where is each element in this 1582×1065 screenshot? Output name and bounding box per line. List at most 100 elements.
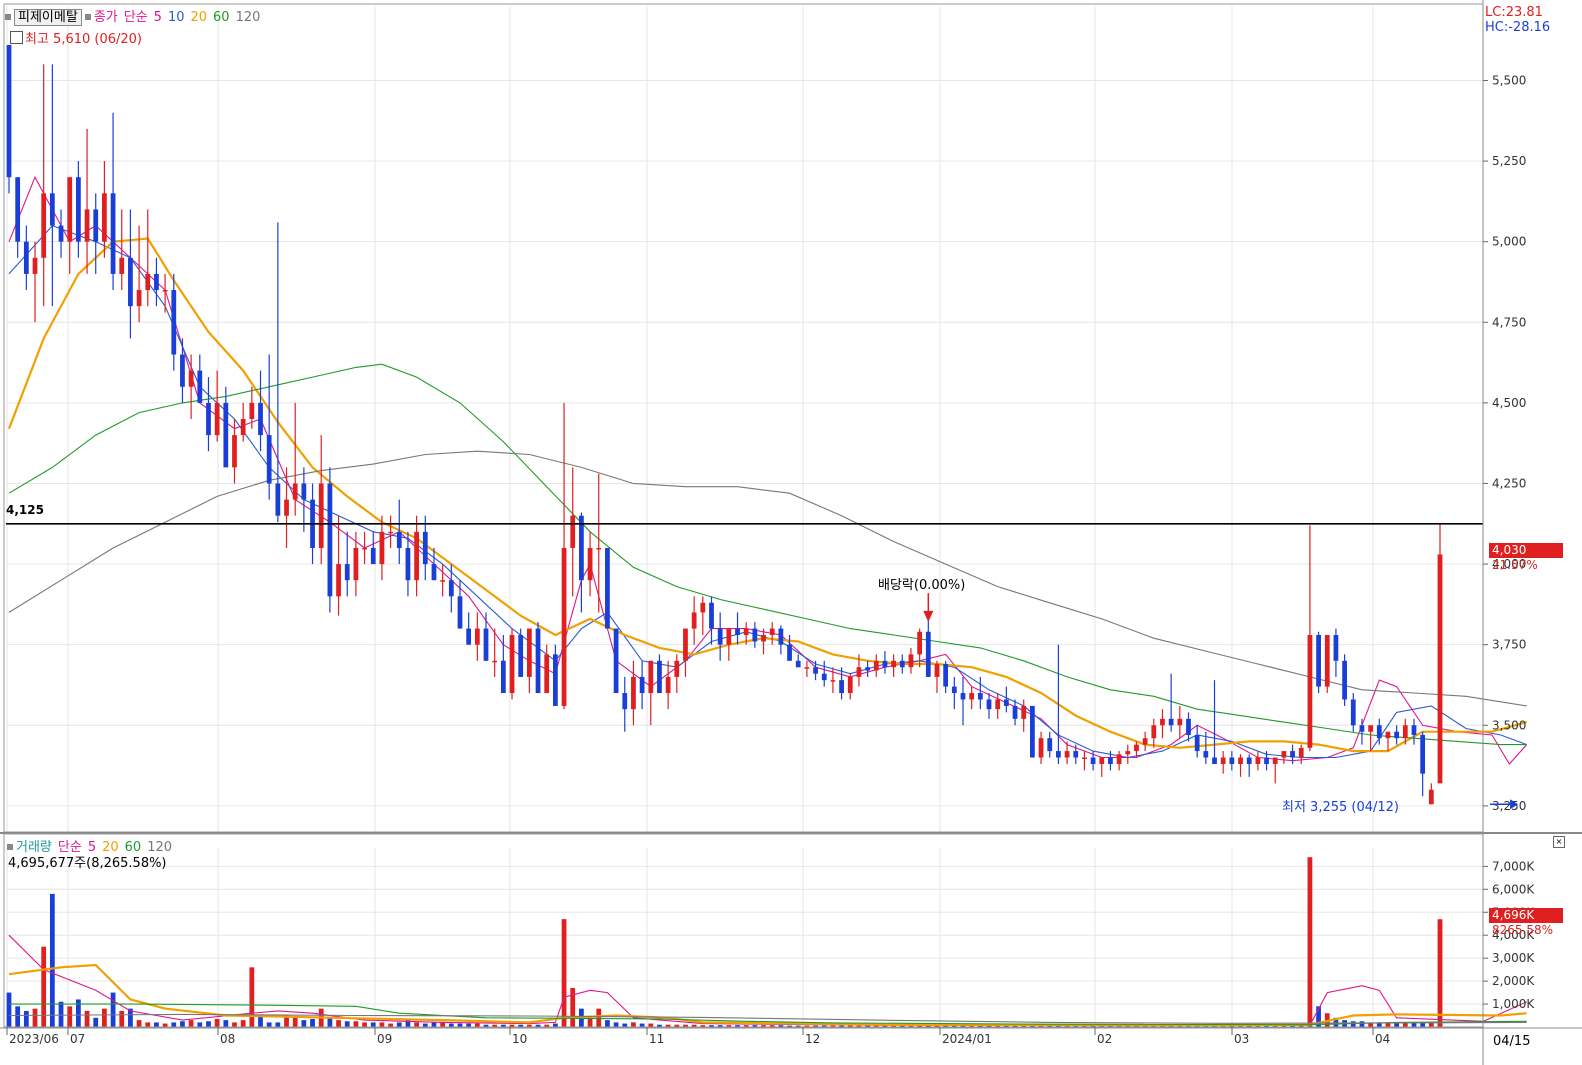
candle-body [1064,751,1070,758]
stock-name-button[interactable]: 피제이메탈 [14,9,82,26]
current-price-tag: 4,030 [1489,543,1563,558]
stock-chart[interactable]: 3,2503,5003,7504,0004,2504,5004,7505,000… [0,0,1582,1065]
candle-body [908,654,914,668]
candle-body [1073,751,1079,758]
x-tick-label: 08 [220,1032,235,1046]
legend-square-icon [5,14,11,20]
price-legend-item-6[interactable]: 120 [236,10,261,25]
candle-body [266,435,272,484]
price-y-tick-label: 5,500 [1492,73,1526,87]
current-volume-pct: 8265.58% [1492,923,1554,937]
price-legend-item-1[interactable]: 단순 [124,10,148,25]
candle-body [613,628,619,694]
candle-body [1151,725,1157,739]
candle-body [709,602,714,629]
candle [1342,654,1347,706]
high-label: 최고 5,610 (06/20) [10,28,142,47]
price-y-tick-label: 4,750 [1492,315,1526,329]
price-legend-item-5[interactable]: 60 [213,10,230,25]
volume-bar [431,1022,437,1027]
candle-body [700,602,706,613]
price-legend-item-0[interactable]: 종가 [94,10,118,25]
candle-body [249,402,255,419]
candle-body [448,580,454,597]
candle-body [1333,635,1339,661]
candle-body [639,676,645,694]
candle-body [1385,731,1391,739]
candle-body [1203,751,1209,758]
candle-body [492,660,498,663]
candle-body [1316,635,1321,687]
volume-bar [197,1022,203,1027]
candle [535,622,541,694]
candle-body [284,499,289,516]
table-icon[interactable] [10,31,23,44]
candle-body [301,483,307,500]
candle-body [1350,699,1356,726]
volume-bar [292,1017,298,1027]
candle-body [344,564,350,581]
candle-body [561,547,567,706]
price-y-tick-label: 5,000 [1492,235,1526,249]
volume-bar [110,992,116,1027]
volume-bar [1437,919,1443,1027]
candle-body [769,628,775,636]
price-y-tick-label: 3,500 [1492,718,1526,732]
price-legend: 피제이메탈 종가 단순 5 10 20 60 120 [2,6,266,26]
candle-body [1212,757,1217,764]
volume-bar [136,1020,142,1027]
volume-bar [327,1017,333,1027]
volume-bar [32,1008,38,1027]
candle-body [995,699,1001,710]
candle-body [960,693,966,700]
candle-body [986,699,992,710]
volume-bar [15,1006,21,1027]
candle-body [1290,751,1295,758]
candle-body [925,631,931,677]
candle-body [587,547,593,581]
price-legend-item-3[interactable]: 10 [168,10,185,25]
candle-body [839,680,844,694]
price-y-tick-label: 4,500 [1492,396,1526,410]
price-legend-item-2[interactable]: 5 [154,10,162,25]
volume-bar [379,1022,385,1027]
volume-bar [249,967,255,1027]
candle-body [1402,725,1408,739]
volume-bar [232,1022,237,1027]
volume-bar [93,1017,99,1027]
candle-body [847,676,853,694]
current-volume-tag: 4,696K [1489,908,1563,923]
candle-body [1411,725,1417,735]
price-legend-item-4[interactable]: 20 [190,10,207,25]
candle-body [1376,725,1382,739]
close-panel-icon[interactable]: × [1553,836,1565,848]
candle-body [1047,738,1053,752]
volume-bar [102,1008,107,1027]
candle-body [544,654,550,694]
candle-body [119,257,125,274]
volume-bar [301,1020,307,1027]
candle-body [1029,705,1035,758]
candle-body [1038,738,1044,758]
candle-body [1307,635,1313,748]
volume-bar [414,1022,420,1027]
candle-body [605,547,610,629]
candle-body [596,547,602,550]
volume-bar [23,1010,29,1027]
candle-body [570,515,576,548]
candle-body [500,660,506,694]
x-tick-label: 10 [512,1032,527,1046]
volume-bar [58,1001,64,1027]
volume-bar [180,1021,185,1027]
candle-body [1437,554,1443,784]
candle-body [891,660,897,668]
volume-bar [49,893,55,1027]
candle [1324,635,1330,694]
candle-body [483,628,489,661]
volume-bar [422,1023,428,1027]
candle-body [665,676,671,694]
volume-bar [552,1023,558,1027]
candle-body [388,531,393,534]
price-y-tick-label: 3,750 [1492,638,1526,652]
candle-body [240,419,246,436]
